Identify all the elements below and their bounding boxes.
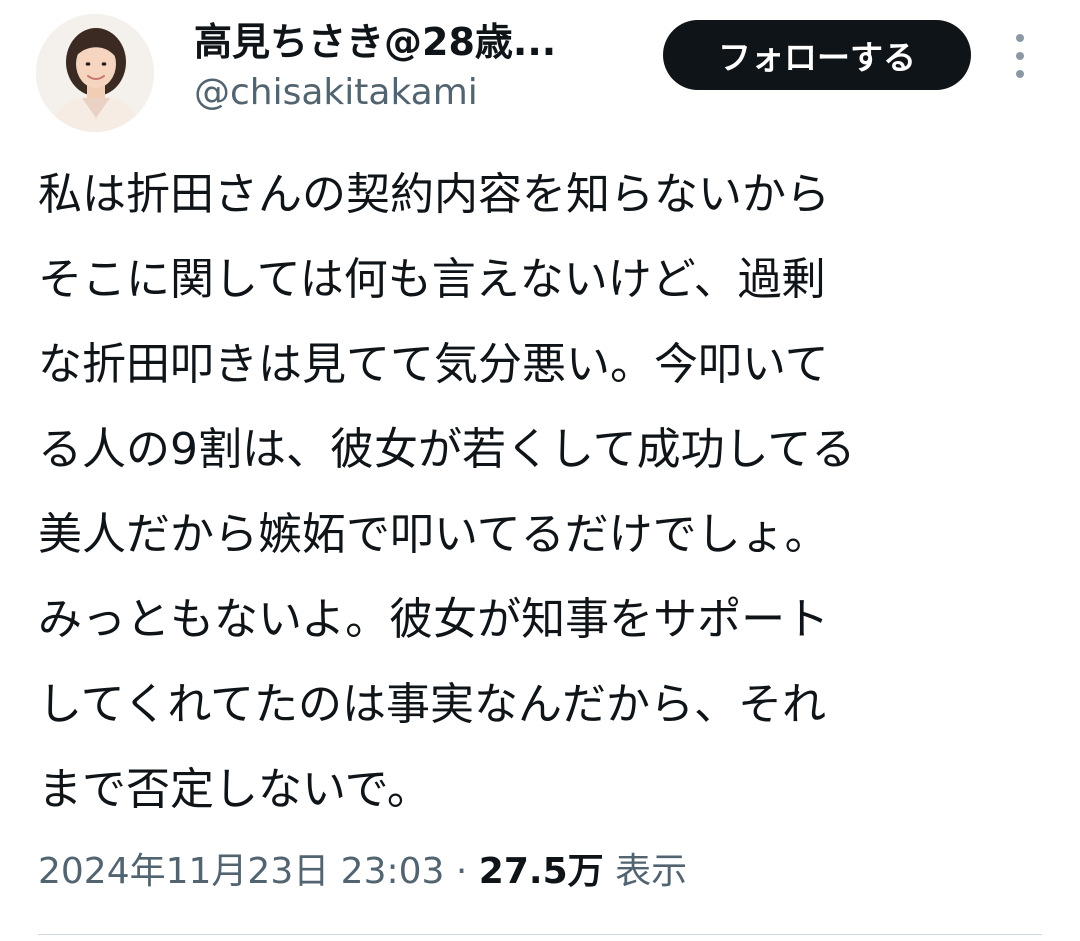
tweet-line: 私は折田さんの契約内容を知らないから [38, 169, 830, 220]
meta-separator: · [455, 851, 468, 892]
tweet-line: まで否定しないで。 [38, 764, 431, 815]
more-dot [1016, 34, 1024, 42]
tweet-line: 美人だから嫉妬で叩いてるだけでしょ。 [38, 509, 829, 560]
display-name[interactable]: 高見ちさき@28歳... [194, 18, 556, 66]
follow-button[interactable]: フォローする [663, 20, 971, 90]
views-label: 表示 [615, 851, 688, 892]
user-handle[interactable]: @chisakitakami [194, 70, 478, 116]
divider [38, 934, 1042, 935]
more-vertical-icon[interactable] [1004, 34, 1036, 78]
tweet-line: みっともないよ。彼女が知事をサポート [38, 594, 830, 645]
timestamp-link[interactable]: 2024年11月23日 23:03 [38, 851, 444, 892]
tweet-line: る人の9割は、彼女が若くして成功してる [38, 424, 856, 475]
tweet-meta: 2024年11月23日 23:03 · 27.5万 表示 [38, 846, 687, 898]
avatar[interactable] [36, 14, 154, 132]
profile-photo [36, 14, 154, 132]
more-dot [1016, 52, 1024, 60]
tweet-line: な折田叩きは見てて気分悪い。今叩いて [38, 339, 829, 390]
tweet-line: してくれてたのは事実なんだから、それ [38, 679, 827, 730]
more-dot [1016, 70, 1024, 78]
tweet-line: そこに関しては何も言えないけど、過剰 [38, 254, 826, 305]
tweet-text: 私は折田さんの契約内容を知らないから そこに関しては何も言えないけど、過剰 な折… [38, 152, 1048, 832]
views-count: 27.5万 [478, 851, 604, 892]
